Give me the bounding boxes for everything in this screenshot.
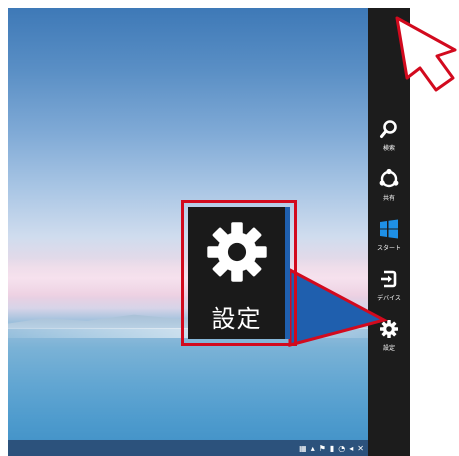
mouse-cursor-icon [395,16,457,92]
